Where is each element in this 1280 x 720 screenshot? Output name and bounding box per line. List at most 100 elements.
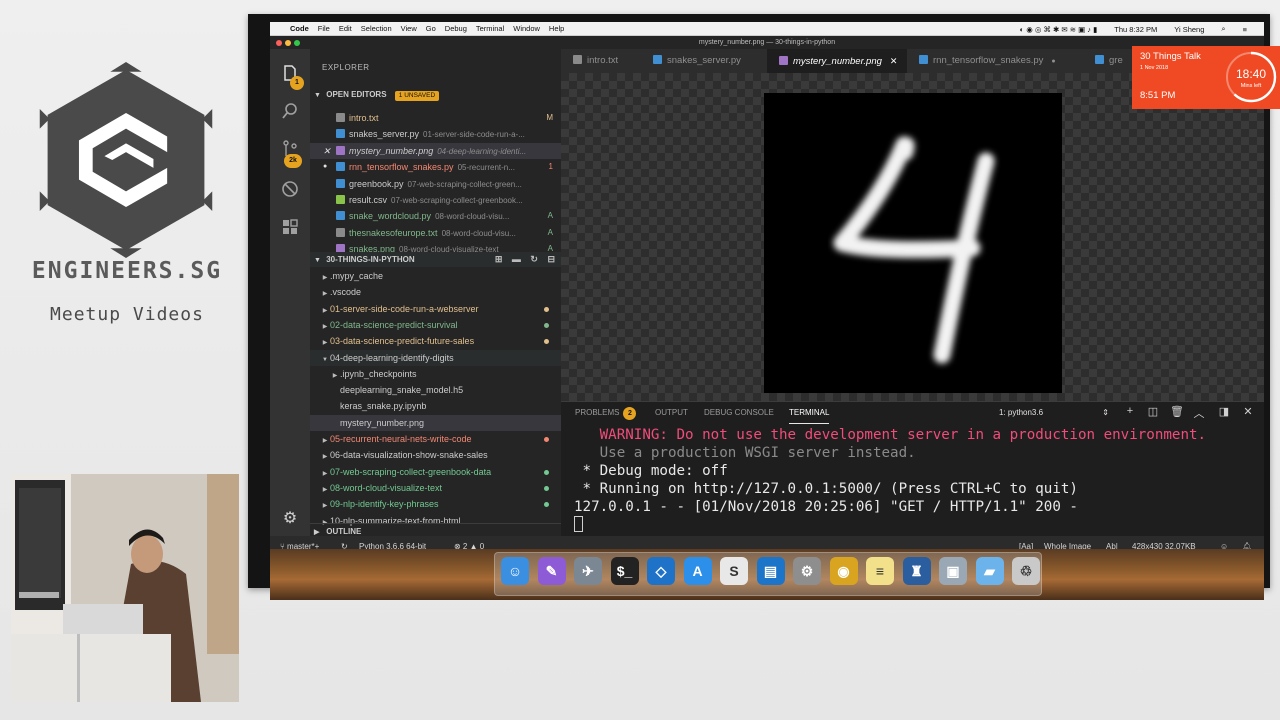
toggle-panel-icon[interactable]: ◨ xyxy=(1217,405,1231,418)
launchpad-icon[interactable]: ✈ xyxy=(574,557,602,585)
tab-snakes-server-py[interactable]: snakes_server.py xyxy=(641,49,767,73)
folder-item[interactable]: ▶ 07-web-scraping-collect-greenbook-data xyxy=(310,464,561,480)
debug-icon[interactable] xyxy=(280,179,300,199)
outline-header[interactable]: ▶ OUTLINE xyxy=(310,523,561,536)
terminal-select[interactable]: 1: python3.6 ⇕ xyxy=(999,407,1109,419)
tab-rnn-tensorflow-snakes-py[interactable]: rnn_tensorflow_snakes.py ● xyxy=(907,49,1083,73)
project-header[interactable]: ▼ 30-THINGS-IN-PYTHON ⊞ ▬ ↻ ⊟ xyxy=(310,252,561,267)
close-panel-icon[interactable]: ✕ xyxy=(1241,405,1255,418)
preview-icon[interactable]: ▣ xyxy=(939,557,967,585)
menu-help[interactable]: Help xyxy=(549,24,564,33)
zoom-window-button[interactable] xyxy=(294,40,300,46)
folder-item[interactable]: ▶ .vscode xyxy=(310,284,561,300)
folder-item[interactable]: ▶ .mypy_cache xyxy=(310,268,561,284)
open-editor-item[interactable]: intro.txt M xyxy=(310,110,561,126)
folder-item[interactable]: ▶ 02-data-science-predict-survival xyxy=(310,317,561,333)
terminal-app-icon[interactable]: $_ xyxy=(610,557,639,585)
terminal-output[interactable]: WARNING: Do not use the development serv… xyxy=(574,426,1254,536)
folder-item[interactable]: ▶ 03-data-science-predict-future-sales xyxy=(310,333,561,349)
unsaved-dot-icon[interactable]: ● xyxy=(1051,58,1055,65)
close-icon[interactable]: ✕ xyxy=(323,143,331,159)
open-editor-item[interactable]: result.csv 07-web-scraping-collect-greenb… xyxy=(310,192,561,208)
refresh-icon[interactable]: ↻ xyxy=(530,254,538,264)
file-item[interactable]: mystery_number.png xyxy=(310,414,561,431)
menu-selection[interactable]: Selection xyxy=(361,24,392,33)
extensions-icon[interactable] xyxy=(280,217,300,237)
open-editor-item[interactable]: ● rnn_tensorflow_snakes.py 05-recurrent-n.… xyxy=(310,159,561,175)
menu-file[interactable]: File xyxy=(318,24,330,33)
menu-clock[interactable]: Thu 8:32 PM xyxy=(1114,25,1157,34)
folder-name: 09-nlp-identify-key-phrases xyxy=(330,499,439,510)
folder-item[interactable]: ▶ 05-recurrent-neural-nets-write-code xyxy=(310,431,561,447)
select-arrows-icon: ⇕ xyxy=(1102,408,1109,417)
open-editor-item[interactable]: thesnakesofeurope.txt 08-word-cloud-visu.… xyxy=(310,225,561,241)
unsaved-dot-icon[interactable]: ● xyxy=(323,159,327,175)
kill-terminal-icon[interactable]: 🗑 xyxy=(1170,405,1184,418)
tab-output[interactable]: OUTPUT xyxy=(655,402,688,424)
folder-item[interactable]: ▶ 09-nlp-identify-key-phrases xyxy=(310,496,561,512)
menu-terminal[interactable]: Terminal xyxy=(476,24,504,33)
open-editor-item[interactable]: greenbook.py 07-web-scraping-collect-gree… xyxy=(310,176,561,192)
folder-item[interactable]: ▶ .ipynb_checkpoints xyxy=(310,366,561,382)
menu-user[interactable]: Yi Sheng xyxy=(1174,25,1204,34)
countdown-value: 18:40 xyxy=(1235,67,1267,81)
collapse-all-icon[interactable]: ⊟ xyxy=(547,254,555,264)
chrome-icon[interactable]: ◉ xyxy=(829,557,858,585)
open-editor-item[interactable]: snakes_server.py 01-server-side-code-run-… xyxy=(310,126,561,142)
elephant-icon[interactable]: ♜ xyxy=(902,557,931,585)
menu-list-icon[interactable]: ≡ xyxy=(1243,25,1247,34)
tab-problems[interactable]: PROBLEMS 2 xyxy=(575,402,637,424)
close-window-button[interactable] xyxy=(276,40,282,46)
text-file-icon xyxy=(336,227,345,237)
tab-intro-txt[interactable]: intro.txt xyxy=(561,49,641,73)
folder-item[interactable]: ▼ 04-deep-learning-identify-digits xyxy=(310,349,561,366)
chevron-right-icon: ▶ xyxy=(322,454,328,461)
spotlight-icon[interactable]: ⌕ xyxy=(1221,24,1225,34)
tab-terminal[interactable]: TERMINAL xyxy=(789,402,830,424)
tab-debug-console[interactable]: DEBUG CONSOLE xyxy=(704,402,774,424)
problems-count-badge: 2 xyxy=(623,407,637,420)
trello-icon[interactable]: ▤ xyxy=(756,557,785,585)
preferences-icon[interactable]: ⚙ xyxy=(793,557,821,585)
open-editor-path: 07-web-scraping-collect-greenbook... xyxy=(391,196,523,205)
open-editor-path: 08-word-cloud-visu... xyxy=(441,228,516,238)
chevron-right-icon: ▶ xyxy=(322,486,328,493)
chevron-down-icon: ▼ xyxy=(322,356,328,363)
slides-icon[interactable]: S xyxy=(720,557,748,585)
folder-item[interactable]: ▶ 01-server-side-code-run-a-webserver xyxy=(310,301,561,317)
maximize-panel-icon[interactable]: ︿ xyxy=(1192,405,1206,421)
settings-gear-icon[interactable]: ⚙ xyxy=(280,509,300,529)
open-editors-header[interactable]: ▼ OPEN EDITORS 1 UNSAVED xyxy=(310,87,561,102)
folder-item[interactable]: ▶ 06-data-visualization-show-snake-sales xyxy=(310,447,561,463)
minimize-window-button[interactable] xyxy=(285,40,291,46)
folder-name: .vscode xyxy=(330,287,362,298)
new-folder-icon[interactable]: ▬ xyxy=(512,254,521,264)
tab-mystery-number-png[interactable]: mystery_number.png ✕ xyxy=(767,49,907,73)
status-icons[interactable]: ◐ ◉ ◎ ⌘ ✱ ✉ ≋ ▣ ♪ ▮ xyxy=(1020,25,1098,34)
open-editor-item[interactable]: snake_wordcloud.py 08-word-cloud-visu... A xyxy=(310,208,561,224)
close-tab-icon[interactable]: ✕ xyxy=(890,56,898,66)
terminal-line: Use a production WSGI server instead. xyxy=(574,445,916,461)
menu-debug[interactable]: Debug xyxy=(445,24,467,33)
file-item[interactable]: keras_snake.py.ipynb xyxy=(310,398,561,414)
vscode-icon[interactable]: ◇ xyxy=(647,557,675,585)
appstore-icon[interactable]: A xyxy=(683,557,712,585)
quill-icon[interactable]: ✎ xyxy=(537,557,566,585)
folder-item[interactable]: ▶ 08-word-cloud-visualize-text xyxy=(310,480,561,496)
trash-icon[interactable]: ♲ xyxy=(1012,557,1040,585)
menu-app-name[interactable]: Code xyxy=(290,24,309,33)
menu-edit[interactable]: Edit xyxy=(339,24,352,33)
notes-icon[interactable]: ≡ xyxy=(866,557,894,585)
open-editor-item[interactable]: ✕ mystery_number.png 04-deep-learning-iden… xyxy=(310,142,561,159)
menu-view[interactable]: View xyxy=(401,24,417,33)
new-file-icon[interactable]: ⊞ xyxy=(495,254,503,264)
add-terminal-icon[interactable]: + xyxy=(1123,405,1137,417)
folder-icon[interactable]: ▰ xyxy=(975,557,1004,585)
menu-window[interactable]: Window xyxy=(513,24,540,33)
menu-go[interactable]: Go xyxy=(426,24,436,33)
file-item[interactable]: deeplearning_snake_model.h5 xyxy=(310,382,561,398)
open-editor-filename: snake_wordcloud.py xyxy=(349,211,432,222)
search-icon[interactable] xyxy=(280,101,300,121)
finder-icon[interactable]: ☺ xyxy=(501,557,529,585)
split-terminal-icon[interactable]: ◫ xyxy=(1146,405,1160,418)
